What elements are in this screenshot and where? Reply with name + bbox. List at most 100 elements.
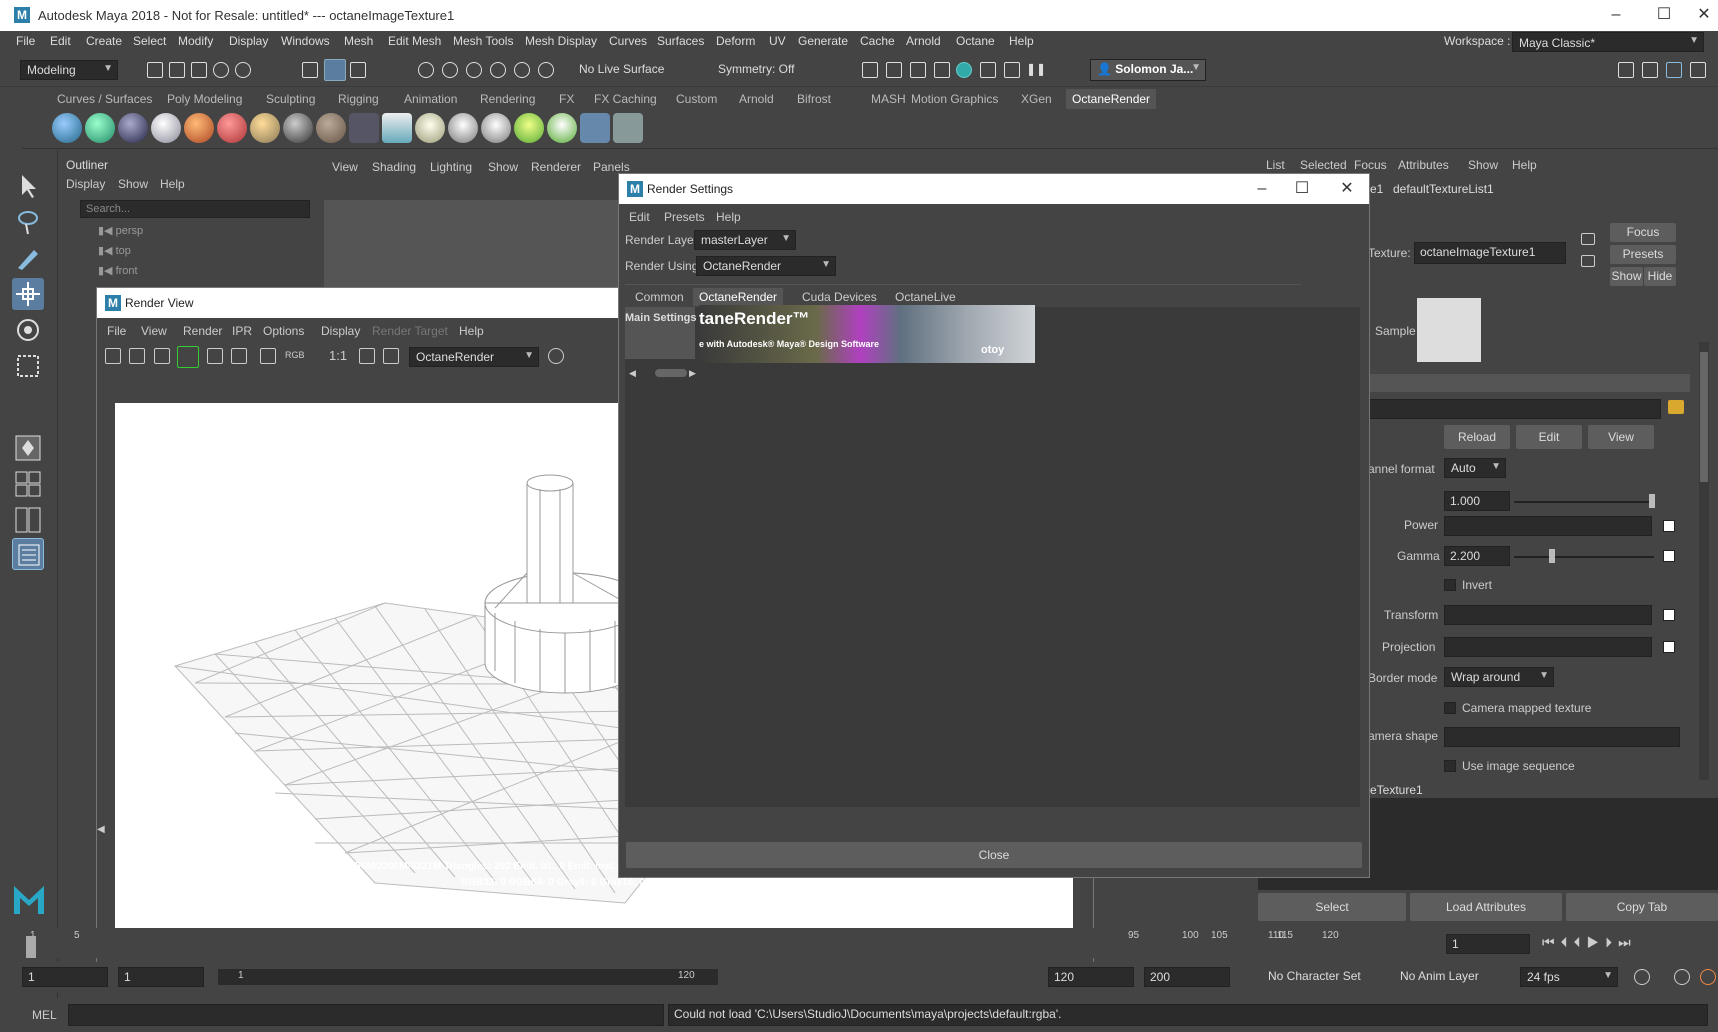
close-icon[interactable]: ✕ <box>1690 4 1718 26</box>
tab-fx-caching[interactable]: FX Caching <box>594 92 657 106</box>
viewport-menu-renderer[interactable]: Renderer <box>531 160 581 174</box>
scroll-left-icon[interactable]: ◀ <box>629 368 641 378</box>
viewport-menu-panels[interactable]: Panels <box>593 160 630 174</box>
user-account-dropdown[interactable]: 👤 Solomon Ja... ▼ <box>1090 59 1206 81</box>
value-field[interactable]: 1.000 <box>1444 491 1510 511</box>
tab-octanerender-settings[interactable]: OctaneRender <box>693 288 784 306</box>
anim-start-field[interactable]: 1 <box>22 967 108 987</box>
ipr-icon[interactable] <box>207 348 223 364</box>
snap-view-icon[interactable] <box>490 62 506 78</box>
redo-icon[interactable] <box>235 62 251 78</box>
move-tool-icon[interactable] <box>12 278 44 310</box>
octane-metal-icon[interactable] <box>316 113 346 143</box>
power-field[interactable] <box>1444 516 1652 536</box>
menu-display[interactable]: Display <box>229 34 268 48</box>
menu-edit[interactable]: Edit <box>50 34 71 48</box>
snap-grid-icon[interactable] <box>418 62 434 78</box>
transform-field[interactable] <box>1444 605 1652 625</box>
close-icon[interactable]: ✕ <box>1332 178 1362 200</box>
snapshot-icon[interactable] <box>154 348 170 364</box>
octane-proxy-icon[interactable] <box>514 113 544 143</box>
section-header[interactable] <box>1368 374 1690 392</box>
snap-curve-icon[interactable] <box>442 62 458 78</box>
range-bar[interactable]: 1 120 <box>218 969 718 985</box>
rv-menu-file[interactable]: File <box>107 324 126 338</box>
octane-stop-icon[interactable] <box>1004 62 1020 78</box>
octane-ipr-icon[interactable] <box>177 346 199 368</box>
hide-button[interactable]: Hide <box>1644 267 1676 286</box>
four-view-layout-icon[interactable] <box>12 468 44 500</box>
octane-spot-light-icon[interactable] <box>481 113 511 143</box>
render-sequence-icon[interactable] <box>260 348 276 364</box>
playback-start-field[interactable]: 1 <box>118 967 204 987</box>
octane-area-light-icon[interactable] <box>448 113 478 143</box>
sync-icon[interactable] <box>548 348 564 364</box>
menu-file[interactable]: File <box>16 34 35 48</box>
value-slider[interactable] <box>1514 501 1654 503</box>
renderer-dropdown[interactable]: OctaneRender ▼ <box>409 347 539 367</box>
open-scene-icon[interactable] <box>169 62 185 78</box>
render-using-dropdown[interactable]: OctaneRender ▼ <box>696 256 836 276</box>
tab-arnold[interactable]: Arnold <box>739 92 774 106</box>
outliner-item-front[interactable]: ▮◀ front <box>98 264 138 277</box>
tab-animation[interactable]: Animation <box>404 92 457 106</box>
attr-menu-list[interactable]: List <box>1266 158 1285 172</box>
transform-map-button[interactable] <box>1663 609 1675 621</box>
attr-tab-node[interactable]: e1 <box>1370 182 1383 196</box>
menu-uv[interactable]: UV <box>769 34 786 48</box>
attr-menu-focus[interactable]: Focus <box>1354 158 1387 172</box>
tab-cuda-devices[interactable]: Cuda Devices <box>802 290 877 304</box>
tab-rendering[interactable]: Rendering <box>480 92 535 106</box>
select-object-icon[interactable] <box>324 59 346 81</box>
camera-shape-field[interactable] <box>1444 727 1680 747</box>
menu-help[interactable]: Help <box>1009 34 1034 48</box>
tab-common[interactable]: Common <box>635 290 684 304</box>
snap-point-icon[interactable] <box>466 62 482 78</box>
anim-end-field[interactable]: 200 <box>1144 967 1230 987</box>
channel-format-dropdown[interactable]: Auto ▼ <box>1444 458 1506 478</box>
command-input[interactable] <box>68 1004 664 1026</box>
menu-generate[interactable]: Generate <box>798 34 848 48</box>
live-surface-field[interactable]: No Live Surface <box>573 60 681 80</box>
tab-fx[interactable]: FX <box>559 92 574 106</box>
outliner-layout-icon[interactable] <box>12 538 44 570</box>
focus-button[interactable]: Focus <box>1610 223 1676 242</box>
render-settings-titlebar[interactable]: M Render Settings – ☐ ✕ <box>619 174 1369 204</box>
menu-surfaces[interactable]: Surfaces <box>657 34 704 48</box>
tab-custom[interactable]: Custom <box>676 92 717 106</box>
undo-icon[interactable] <box>213 62 229 78</box>
render-region-icon[interactable] <box>129 348 145 364</box>
attr-tab-texture-list[interactable]: defaultTextureList1 <box>1393 182 1494 196</box>
outliner-menu-display[interactable]: Display <box>66 177 105 191</box>
auto-key-icon[interactable] <box>1674 969 1690 985</box>
preferences-icon[interactable] <box>1700 969 1716 985</box>
attr-menu-selected[interactable]: Selected <box>1300 158 1347 172</box>
render-frame-icon[interactable] <box>862 62 878 78</box>
pause-icon[interactable]: ❚❚ <box>1026 62 1046 78</box>
rotate-tool-icon[interactable] <box>12 314 44 346</box>
tab-rigging[interactable]: Rigging <box>338 92 379 106</box>
edit-button[interactable]: Edit <box>1516 425 1582 449</box>
menu-mesh-display[interactable]: Mesh Display <box>525 34 597 48</box>
file-path-field[interactable] <box>1368 399 1661 419</box>
gamma-slider[interactable] <box>1514 556 1654 558</box>
gamma-map-button[interactable] <box>1663 550 1675 562</box>
loop-icon[interactable] <box>1634 969 1650 985</box>
view-button[interactable]: View <box>1588 425 1654 449</box>
menu-mesh-tools[interactable]: Mesh Tools <box>453 34 513 48</box>
viewport-menu-shading[interactable]: Shading <box>372 160 416 174</box>
octane-mix-icon[interactable] <box>217 113 247 143</box>
minimize-icon[interactable]: – <box>1247 178 1277 200</box>
menu-octane[interactable]: Octane <box>956 34 995 48</box>
tool-settings-icon[interactable] <box>1690 62 1706 78</box>
show-button[interactable]: Show <box>1610 267 1643 286</box>
current-frame-field[interactable]: 1 <box>1446 934 1530 954</box>
main-settings-label[interactable]: Main Settings <box>625 312 697 324</box>
viewport-menu-lighting[interactable]: Lighting <box>430 160 472 174</box>
octane-settings-icon[interactable] <box>52 113 82 143</box>
playback-controls[interactable]: ⏮⏴⏴▶⏵⏭ <box>1542 934 1718 954</box>
clear-image-icon[interactable] <box>383 348 399 364</box>
rv-menu-help[interactable]: Help <box>459 324 484 338</box>
viewport-menu-view[interactable]: View <box>332 160 358 174</box>
modeling-toolkit-icon[interactable] <box>1618 62 1634 78</box>
